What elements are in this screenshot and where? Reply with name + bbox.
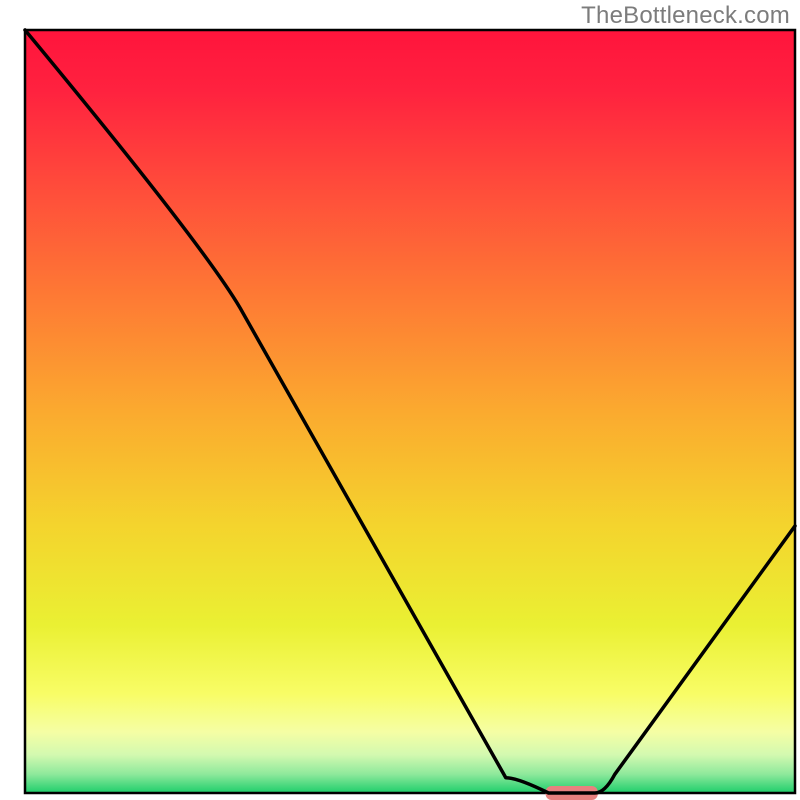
bottleneck-chart [0,0,800,800]
chart-background [25,30,795,793]
